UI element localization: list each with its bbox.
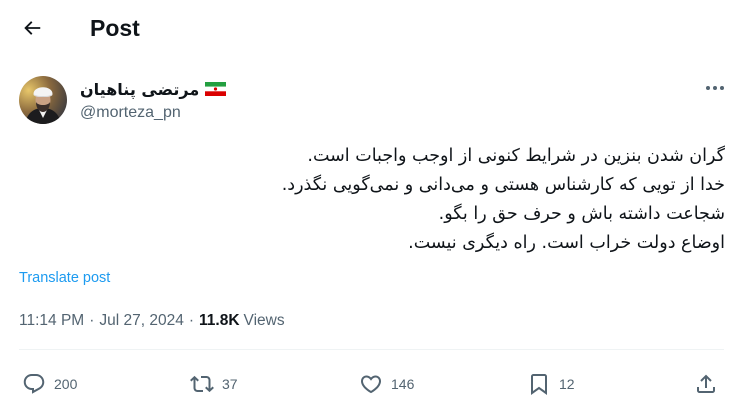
more-options-button[interactable] xyxy=(700,78,730,98)
back-arrow-icon xyxy=(24,21,41,35)
tweet-text: گران شدن بنزین در شرایط کنونی از اوجب وا… xyxy=(125,142,725,258)
share-icon xyxy=(697,374,715,393)
bookmark-button[interactable]: 12 xyxy=(527,372,575,396)
repost-button[interactable]: 37 xyxy=(190,372,238,396)
tweet-line: خدا از تویی که کارشناس هستی و می‌دانی و … xyxy=(281,175,725,195)
more-dots-icon xyxy=(706,86,724,90)
like-count: 146 xyxy=(391,376,415,392)
divider xyxy=(19,349,724,350)
tweet-line: اوضاع دولت خراب است. راه دیگری نیست. xyxy=(408,233,725,253)
author-name-row: مرتضی پناهیان xyxy=(80,78,227,100)
tweet-time[interactable]: 11:14 PM xyxy=(19,312,84,330)
meta-separator: · xyxy=(188,312,195,329)
reply-icon xyxy=(23,374,45,394)
share-button[interactable] xyxy=(694,372,718,396)
header-bar: Post xyxy=(0,0,743,56)
back-button[interactable] xyxy=(14,10,50,46)
repost-count: 37 xyxy=(222,376,238,392)
page-title: Post xyxy=(90,15,140,41)
author-handle[interactable]: @morteza_pn xyxy=(80,104,181,122)
like-button[interactable]: 146 xyxy=(359,372,414,396)
avatar[interactable] xyxy=(19,76,67,124)
translate-post-link[interactable]: Translate post xyxy=(19,270,110,286)
views-count: 11.8K xyxy=(199,312,240,329)
tweet-line: گران شدن بنزین در شرایط کنونی از اوجب وا… xyxy=(307,146,725,166)
repost-icon xyxy=(190,375,214,393)
tweet-meta: 11:14 PM · Jul 27, 2024 · 11.8K Views xyxy=(19,312,285,330)
iran-flag-icon xyxy=(205,82,227,96)
reply-count: 200 xyxy=(54,376,78,392)
tweet-line: شجاعت داشته باش و حرف حق را بگو. xyxy=(438,204,725,224)
bookmark-count: 12 xyxy=(559,376,575,392)
bookmark-icon xyxy=(531,374,547,395)
reply-button[interactable]: 200 xyxy=(22,372,77,396)
tweet-date[interactable]: Jul 27, 2024 xyxy=(99,312,183,330)
author-display-name[interactable]: مرتضی پناهیان xyxy=(80,80,199,99)
views-label: Views xyxy=(243,312,285,329)
meta-separator: · xyxy=(89,312,95,329)
heart-icon xyxy=(360,375,382,394)
